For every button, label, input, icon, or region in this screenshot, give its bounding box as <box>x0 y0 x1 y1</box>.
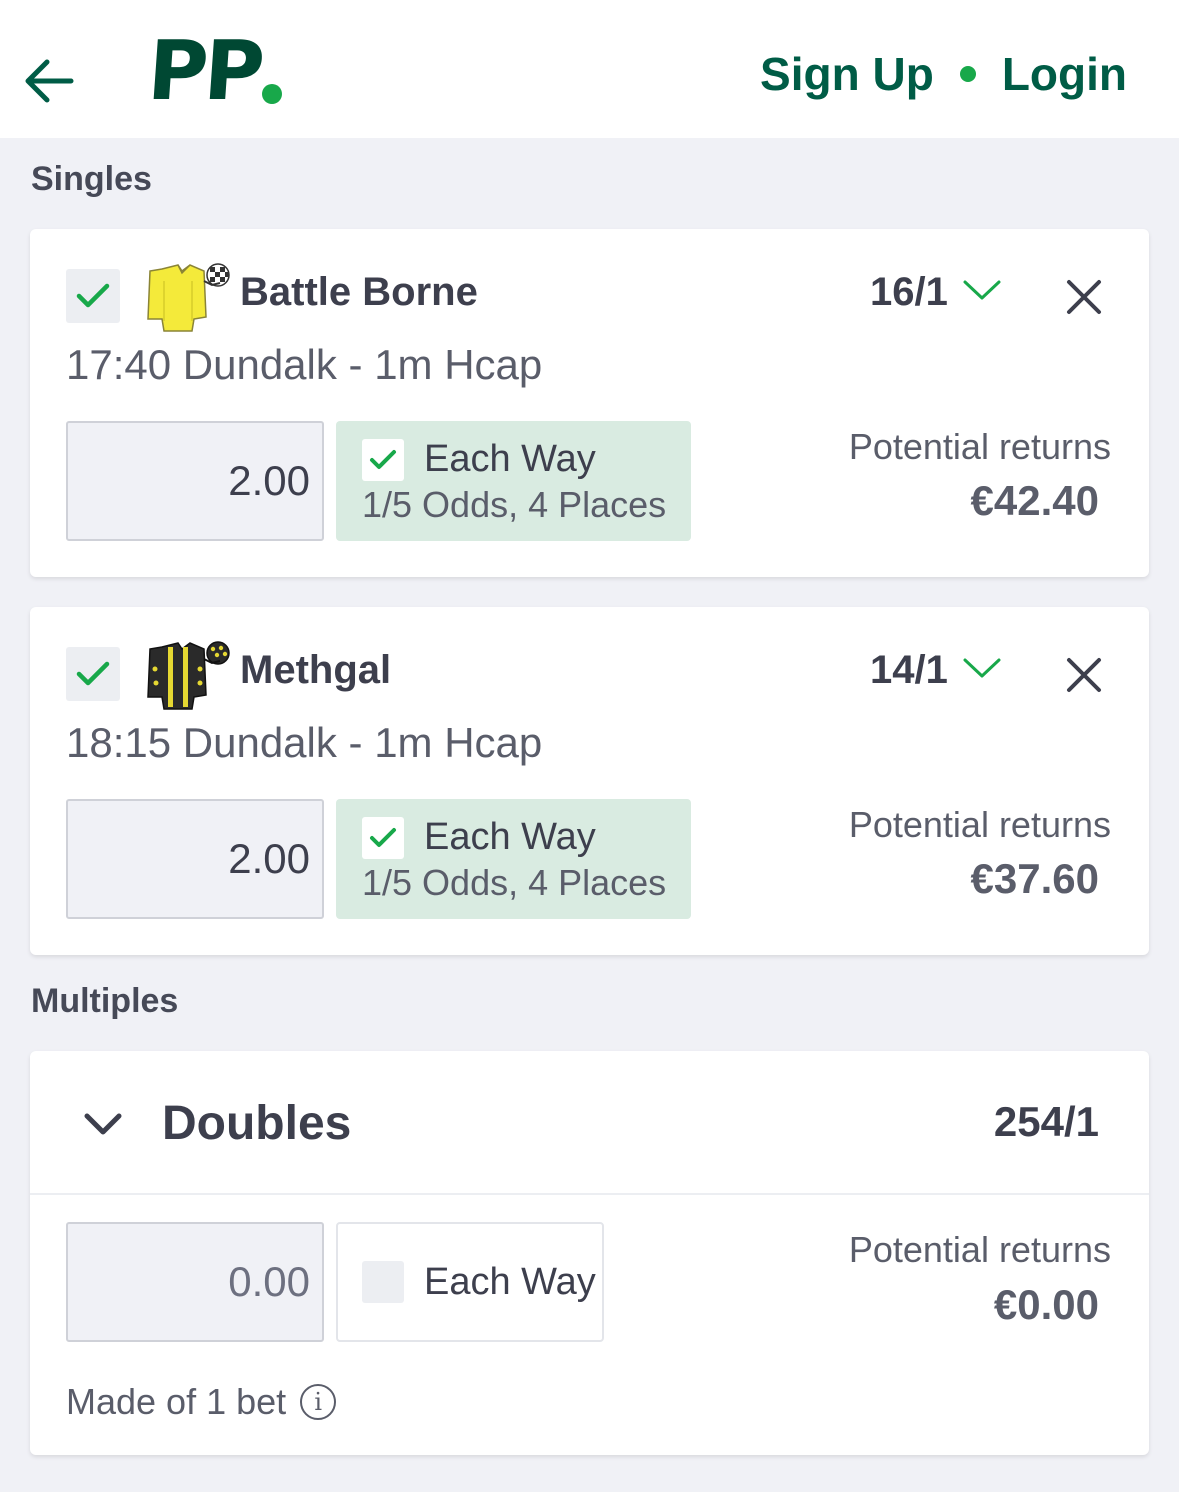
logo-dot <box>262 84 283 104</box>
race-info: 18:15 Dundalk - 1m Hcap <box>66 719 543 766</box>
each-way-toggle[interactable]: Each Way 1/5 Odds, 4 Places <box>336 799 691 919</box>
each-way-terms: 1/5 Odds, 4 Places <box>362 484 667 525</box>
close-icon[interactable] <box>1060 273 1108 321</box>
login-link[interactable]: Login <box>1002 47 1127 101</box>
signup-link[interactable]: Sign Up <box>760 47 934 101</box>
doubles-stake-input[interactable]: 0.00 <box>66 1222 324 1342</box>
each-way-toggle[interactable]: Each Way <box>336 1222 604 1342</box>
returns-value: €37.60 <box>970 855 1099 902</box>
selection-name: Methgal <box>240 648 392 692</box>
paddy-power-logo[interactable]: PP <box>144 24 283 119</box>
singles-section-title: Singles <box>31 160 152 198</box>
auth-links: Sign Up Login <box>760 44 1127 104</box>
returns-label: Potential returns <box>848 804 1111 845</box>
back-arrow-icon[interactable] <box>18 48 78 114</box>
each-way-label: Each Way <box>424 816 596 858</box>
logo-text: PP <box>144 24 264 119</box>
odds-dropdown[interactable]: 14/1 <box>870 645 1002 695</box>
each-way-checkbox[interactable] <box>362 1261 404 1303</box>
returns-label: Potential returns <box>848 426 1111 467</box>
doubles-header[interactable]: Doubles 254/1 <box>30 1051 1149 1195</box>
bet-select-checkbox[interactable] <box>66 269 120 323</box>
each-way-label: Each Way <box>424 1261 596 1303</box>
returns-value: €42.40 <box>970 477 1099 524</box>
chevron-down-icon[interactable] <box>78 1099 128 1149</box>
each-way-checkbox[interactable] <box>362 439 404 481</box>
chevron-down-icon <box>962 278 1002 307</box>
single-bet-card: Methgal 18:15 Dundalk - 1m Hcap 14/1 2.0… <box>30 607 1149 955</box>
black-yellow-silks-icon <box>142 639 232 711</box>
odds-dropdown[interactable]: 16/1 <box>870 267 1002 317</box>
bet-select-checkbox[interactable] <box>66 647 120 701</box>
returns-value: €0.00 <box>993 1281 1099 1328</box>
doubles-card: Doubles 254/1 0.00 Each Way Potential re… <box>30 1051 1149 1455</box>
separator-dot <box>959 66 976 82</box>
each-way-checkbox[interactable] <box>362 817 404 859</box>
app-header: PP Sign Up Login <box>0 0 1179 138</box>
made-of-info: Made of 1 bet i <box>66 1379 337 1425</box>
each-way-terms: 1/5 Odds, 4 Places <box>362 862 667 903</box>
chevron-down-icon <box>962 656 1002 685</box>
odds-value: 14/1 <box>870 648 948 692</box>
single-bet-card: Battle Borne 17:40 Dundalk - 1m Hcap 16/… <box>30 229 1149 577</box>
stake-input[interactable]: 2.00 <box>66 421 324 541</box>
selection-name: Battle Borne <box>240 270 478 314</box>
doubles-odds: 254/1 <box>993 1098 1099 1145</box>
made-of-text: Made of 1 bet <box>66 1381 287 1422</box>
yellow-silks-icon <box>142 261 232 333</box>
race-info: 17:40 Dundalk - 1m Hcap <box>66 341 543 388</box>
stake-input[interactable]: 2.00 <box>66 799 324 919</box>
close-icon[interactable] <box>1060 651 1108 699</box>
returns-label: Potential returns <box>848 1229 1111 1270</box>
each-way-label: Each Way <box>424 438 596 480</box>
each-way-toggle[interactable]: Each Way 1/5 Odds, 4 Places <box>336 421 691 541</box>
info-icon[interactable]: i <box>300 1384 337 1420</box>
doubles-title: Doubles <box>162 1097 352 1150</box>
multiples-section-title: Multiples <box>31 982 179 1020</box>
odds-value: 16/1 <box>870 270 948 314</box>
